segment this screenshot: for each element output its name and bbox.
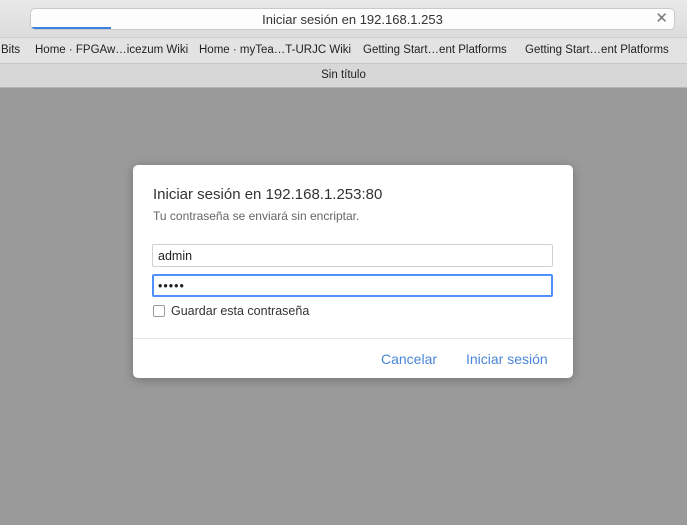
tab-bar: Sin título [0, 64, 687, 88]
bookmark-item[interactable]: Getting Start…ent Platforms [363, 44, 507, 56]
bookmark-item[interactable]: Bits [1, 44, 20, 56]
bookmark-item[interactable]: Home · myTea…T-URJC Wiki [199, 44, 351, 56]
sign-in-button[interactable]: Iniciar sesión [466, 351, 548, 367]
address-bar[interactable]: Iniciar sesión en 192.168.1.253 ✕ [30, 8, 675, 30]
remember-password-label: Guardar esta contraseña [171, 304, 310, 318]
username-input[interactable] [152, 244, 553, 267]
login-dialog: Iniciar sesión en 192.168.1.253:80 Tu co… [133, 165, 573, 378]
page-load-progress [31, 27, 111, 29]
close-icon[interactable]: ✕ [655, 11, 668, 27]
bookmark-item[interactable]: Home · FPGAw…icezum Wiki [35, 44, 188, 56]
browser-toolbar: Iniciar sesión en 192.168.1.253 ✕ [0, 0, 687, 37]
remember-password-checkbox[interactable] [153, 305, 165, 317]
bookmarks-bar: Bits Home · FPGAw…icezum Wiki Home · myT… [0, 37, 687, 64]
dialog-title: Iniciar sesión en 192.168.1.253:80 [153, 186, 383, 203]
address-title: Iniciar sesión en 192.168.1.253 [262, 12, 443, 27]
cancel-button[interactable]: Cancelar [381, 351, 437, 367]
dialog-subtitle: Tu contraseña se enviará sin encriptar. [153, 209, 360, 223]
tab-title[interactable]: Sin título [0, 69, 687, 81]
dialog-divider [133, 338, 573, 339]
bookmark-item[interactable]: Getting Start…ent Platforms [525, 44, 669, 56]
password-input[interactable] [152, 274, 553, 297]
